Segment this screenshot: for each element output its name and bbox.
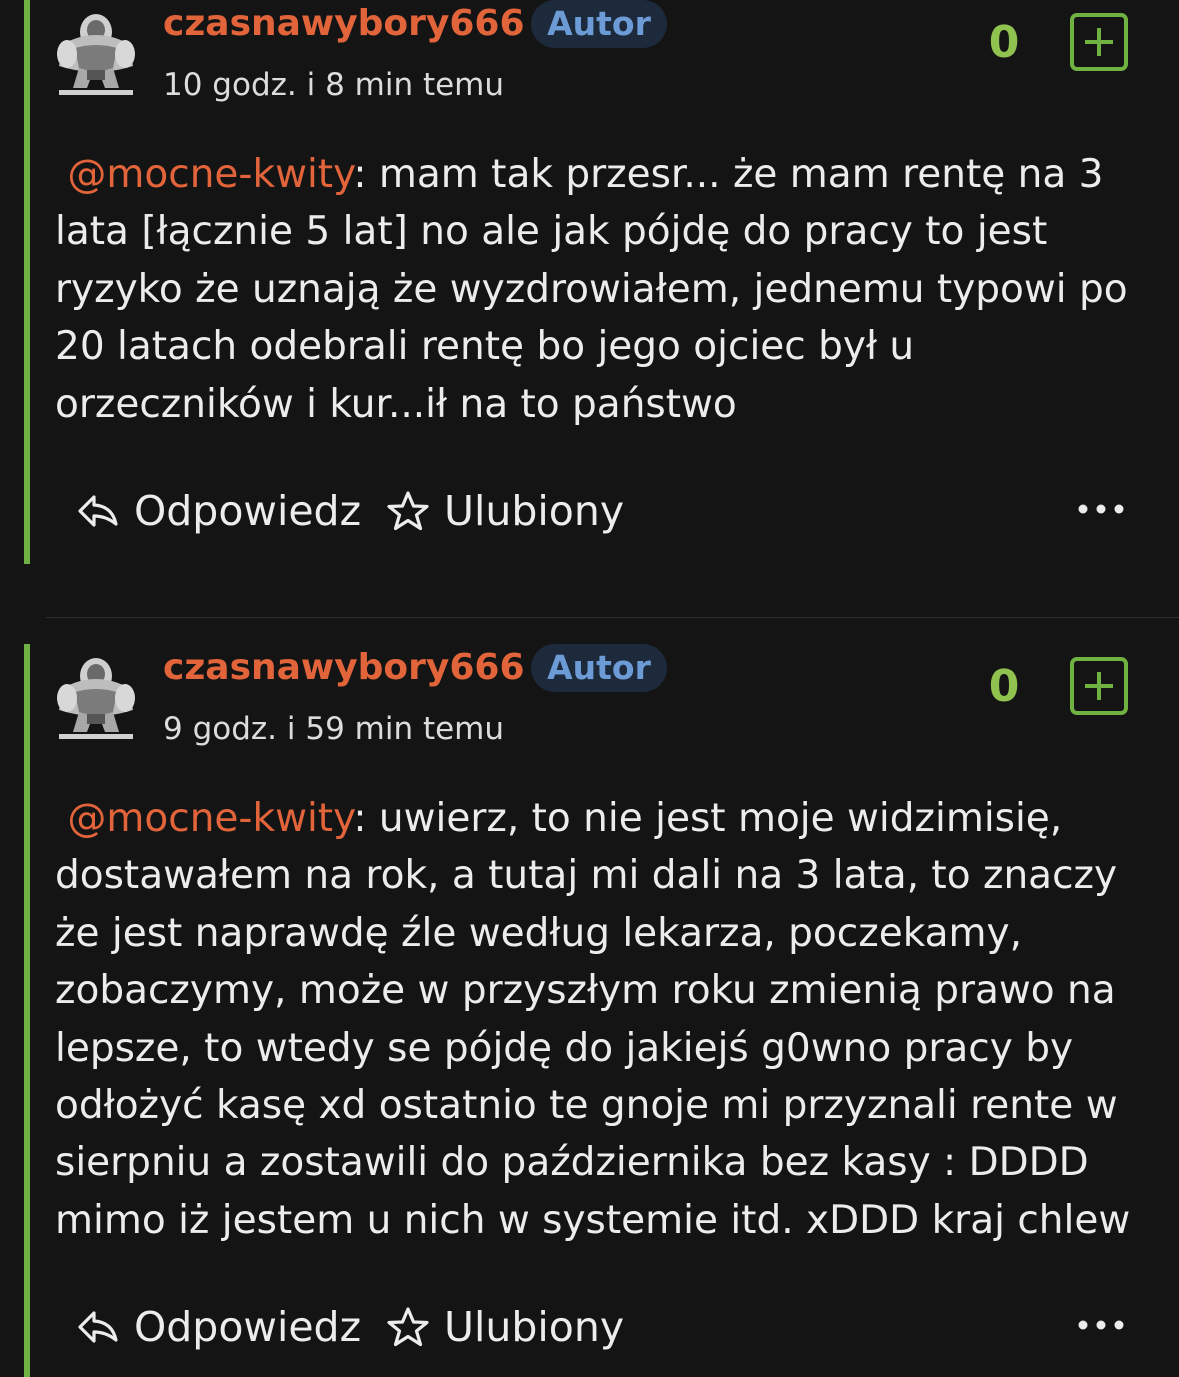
- plus-square-icon: [1085, 28, 1113, 56]
- thread-indent-bar: [24, 0, 30, 564]
- reply-button[interactable]: Odpowiedz: [76, 487, 361, 535]
- reply-label: Odpowiedz: [134, 487, 362, 535]
- vote-score: 0: [988, 17, 1020, 68]
- author-badge: Autor: [531, 644, 667, 692]
- reply-label: Odpowiedz: [134, 1303, 362, 1351]
- reply-arrow-icon: [78, 1311, 118, 1343]
- timestamp: 9 godz. i 59 min temu: [163, 711, 505, 747]
- more-dots-icon: [1078, 504, 1124, 514]
- mention-link[interactable]: @mocne-kwity: [67, 796, 353, 841]
- username[interactable]: czasnawybory666: [163, 2, 525, 46]
- thread-indent-bar: [24, 644, 30, 1377]
- vote-score: 0: [988, 661, 1020, 712]
- comment-divider: [46, 617, 1179, 618]
- avatar[interactable]: [53, 648, 139, 742]
- mention-link[interactable]: @mocne-kwity: [67, 152, 353, 197]
- star-outline-icon: [387, 491, 429, 531]
- favorite-label: Ulubiony: [444, 1303, 625, 1351]
- comment-2: czasnawybory666 Autor 9 godz. i 59 min t…: [0, 644, 1179, 1377]
- upvote-button[interactable]: [1070, 657, 1128, 715]
- favorite-button[interactable]: Ulubiony: [386, 1303, 624, 1351]
- avatar[interactable]: [53, 4, 139, 98]
- username[interactable]: czasnawybory666: [163, 646, 525, 690]
- comment-1: czasnawybory666 Autor 10 godz. i 8 min t…: [0, 0, 1179, 617]
- comment-text: : uwierz, to nie jest moje widzimisię, d…: [55, 796, 1131, 1243]
- comment-body: @mocne-kwity: mam tak przesr... że mam r…: [55, 146, 1135, 433]
- favorite-label: Ulubiony: [444, 487, 625, 535]
- more-options-button[interactable]: [1075, 499, 1127, 519]
- comment-body: @mocne-kwity: uwierz, to nie jest moje w…: [55, 790, 1135, 1249]
- upvote-button[interactable]: [1070, 13, 1128, 71]
- favorite-button[interactable]: Ulubiony: [386, 487, 624, 535]
- reply-button[interactable]: Odpowiedz: [76, 1303, 361, 1351]
- reply-arrow-icon: [78, 495, 118, 527]
- more-options-button[interactable]: [1075, 1315, 1127, 1335]
- star-outline-icon: [387, 1307, 429, 1347]
- plus-square-icon: [1085, 672, 1113, 700]
- author-badge: Autor: [531, 0, 667, 48]
- timestamp: 10 godz. i 8 min temu: [163, 67, 505, 103]
- more-dots-icon: [1078, 1320, 1124, 1330]
